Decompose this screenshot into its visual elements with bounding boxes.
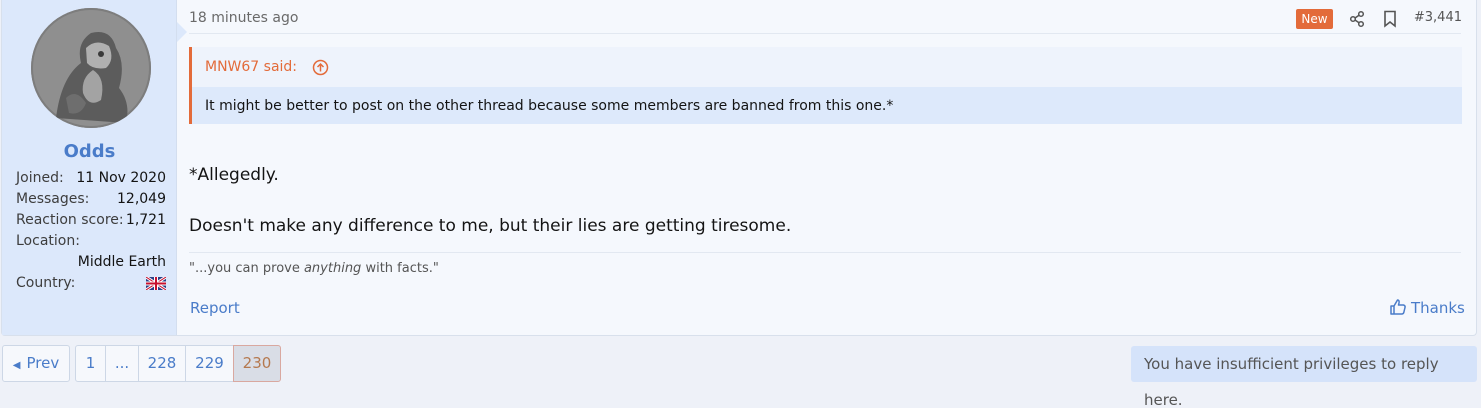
post-number[interactable]: #3,441: [1414, 10, 1462, 25]
stat-location-value: Middle Earth: [16, 254, 166, 274]
new-badge: New: [1296, 9, 1333, 29]
user-info-panel: Odds Joined: 11 Nov 2020 Messages: 12,04…: [2, 0, 177, 335]
arrow-up-circle-icon[interactable]: [312, 59, 329, 76]
page-link[interactable]: 1: [75, 345, 106, 382]
message-line: *Allegedly.: [189, 165, 279, 185]
stat-value: Middle Earth: [77, 254, 166, 270]
reply-notice: You have insufficient privileges to repl…: [1131, 346, 1477, 408]
stat-country: Country:: [16, 275, 166, 295]
prev-label: Prev: [26, 354, 60, 372]
signature: "...you can prove anything with facts.": [189, 261, 439, 276]
page-ellipsis[interactable]: ...: [105, 345, 139, 382]
page-current[interactable]: 230: [233, 345, 281, 382]
page-link[interactable]: 228: [138, 345, 186, 382]
quote-author[interactable]: MNW67 said:: [205, 59, 297, 75]
bookmark-icon[interactable]: [1383, 10, 1397, 28]
share-icon[interactable]: [1348, 10, 1366, 28]
stat-label: Location:: [16, 233, 80, 249]
avatar[interactable]: [31, 8, 151, 128]
stat-label: Reaction score:: [16, 212, 124, 228]
thanks-label: Thanks: [1411, 299, 1465, 317]
stat-label: Joined:: [16, 170, 64, 186]
stat-value: 11 Nov 2020: [76, 170, 166, 186]
stat-reaction-score: Reaction score: 1,721: [16, 212, 166, 232]
stat-label: Country:: [16, 275, 76, 291]
report-link[interactable]: Report: [190, 299, 240, 317]
stat-value: 12,049: [117, 191, 166, 207]
signature-emphasis: anything: [303, 261, 362, 276]
username[interactable]: Odds: [2, 141, 177, 162]
caret-left-icon: ◀: [12, 360, 21, 371]
stat-joined: Joined: 11 Nov 2020: [16, 170, 166, 190]
signature-text: "...you can prove: [189, 261, 304, 276]
message-line: Doesn't make any difference to me, but t…: [189, 216, 792, 236]
prev-button[interactable]: ◀ Prev: [2, 345, 70, 382]
thumbs-up-icon: [1390, 299, 1406, 315]
stat-label: Messages:: [16, 191, 90, 207]
stat-value: 1,721: [125, 212, 166, 228]
user-panel-arrow: [177, 22, 187, 42]
stat-location: Location:: [16, 233, 166, 253]
quote-header: MNW67 said:: [192, 47, 1462, 87]
signature-text: with facts.": [361, 261, 439, 276]
post-time[interactable]: 18 minutes ago: [189, 10, 298, 26]
divider: [189, 33, 1461, 34]
page-link[interactable]: 229: [185, 345, 234, 382]
quote-text: It might be better to post on the other …: [205, 98, 894, 114]
stat-messages: Messages: 12,049: [16, 191, 166, 211]
quote-block: MNW67 said: It might be better to post o…: [189, 47, 1462, 124]
uk-flag-icon: [146, 277, 166, 290]
signature-divider: [189, 252, 1461, 253]
